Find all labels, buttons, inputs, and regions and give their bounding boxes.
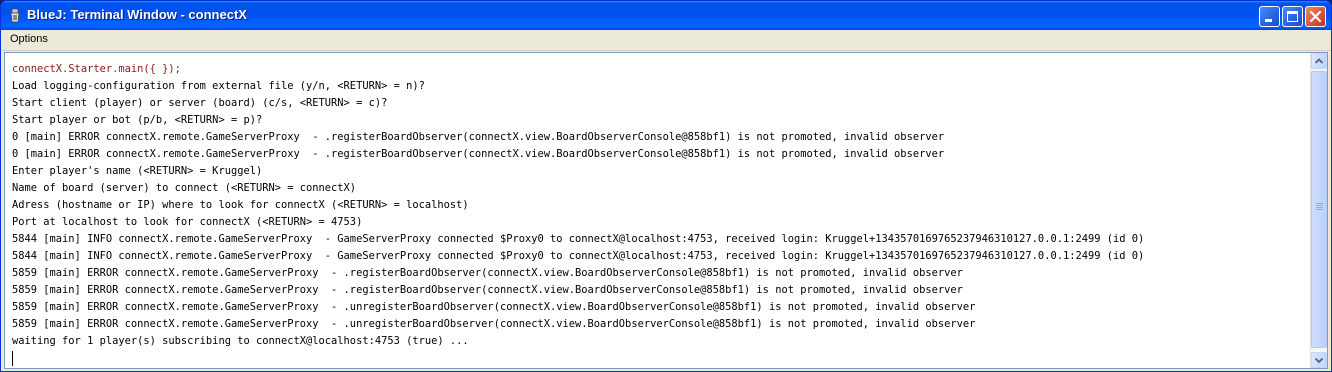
scroll-up-button[interactable] <box>1311 53 1327 69</box>
minimize-icon <box>1265 19 1272 22</box>
terminal-line: Load logging-configuration from external… <box>12 80 425 92</box>
thumb-grip-line <box>1316 203 1323 204</box>
terminal-line: waiting for 1 player(s) subscribing to c… <box>12 335 469 347</box>
terminal-line: 5859 [main] ERROR connectX.remote.GameSe… <box>12 284 963 296</box>
terminal-output-area[interactable]: connectX.Starter.main({ }); Load logging-… <box>4 52 1328 369</box>
terminal-line: Start player or bot (p/b, <RETURN> = p)? <box>12 114 263 126</box>
terminal-line: Enter player's name (<RETURN> = Kruggel) <box>12 165 263 177</box>
scroll-up-arrow-icon <box>1314 58 1324 64</box>
thumb-grip-line <box>1316 205 1323 206</box>
menu-bar: Options <box>1 30 1331 51</box>
vertical-scrollbar[interactable] <box>1310 53 1327 368</box>
terminal-line: 0 [main] ERROR connectX.remote.GameServe… <box>12 131 945 143</box>
minimize-button[interactable] <box>1259 6 1280 27</box>
terminal-line: 0 [main] ERROR connectX.remote.GameServe… <box>12 148 945 160</box>
terminal-line: 5859 [main] ERROR connectX.remote.GameSe… <box>12 267 963 279</box>
scroll-down-button[interactable] <box>1311 352 1327 368</box>
terminal-line: 5859 [main] ERROR connectX.remote.GameSe… <box>12 318 976 330</box>
thumb-grip-line <box>1316 209 1323 210</box>
terminal-line: Port at localhost to look for connectX (… <box>12 216 363 228</box>
scrollbar-thumb[interactable] <box>1311 71 1327 348</box>
scroll-down-arrow-icon <box>1314 357 1324 364</box>
close-button[interactable] <box>1305 6 1326 27</box>
title-bar[interactable]: BlueJ: Terminal Window - connectX <box>1 1 1331 30</box>
terminal-line: Name of board (server) to connect (<RETU… <box>12 182 357 194</box>
terminal-window: BlueJ: Terminal Window - connectX Option… <box>0 0 1332 372</box>
thumb-grip-line <box>1316 207 1323 208</box>
terminal-line: Start client (player) or server (board) … <box>12 97 388 109</box>
terminal-line: 5859 [main] ERROR connectX.remote.GameSe… <box>12 301 976 313</box>
close-icon <box>1309 10 1322 23</box>
text-cursor <box>12 351 13 366</box>
terminal-line: 5844 [main] INFO connectX.remote.GameSer… <box>12 250 1145 262</box>
terminal-line: 5844 [main] INFO connectX.remote.GameSer… <box>12 233 1145 245</box>
terminal-lines: connectX.Starter.main({ }); Load logging-… <box>12 61 1308 350</box>
window-title: BlueJ: Terminal Window - connectX <box>27 7 247 22</box>
terminal-line: Adress (hostname or IP) where to look fo… <box>12 199 469 211</box>
maximize-icon <box>1287 11 1298 22</box>
maximize-button[interactable] <box>1282 6 1303 27</box>
menu-options[interactable]: Options <box>7 33 51 45</box>
bluej-app-icon[interactable] <box>7 8 23 24</box>
terminal-invocation-line: connectX.Starter.main({ }); <box>12 63 181 75</box>
